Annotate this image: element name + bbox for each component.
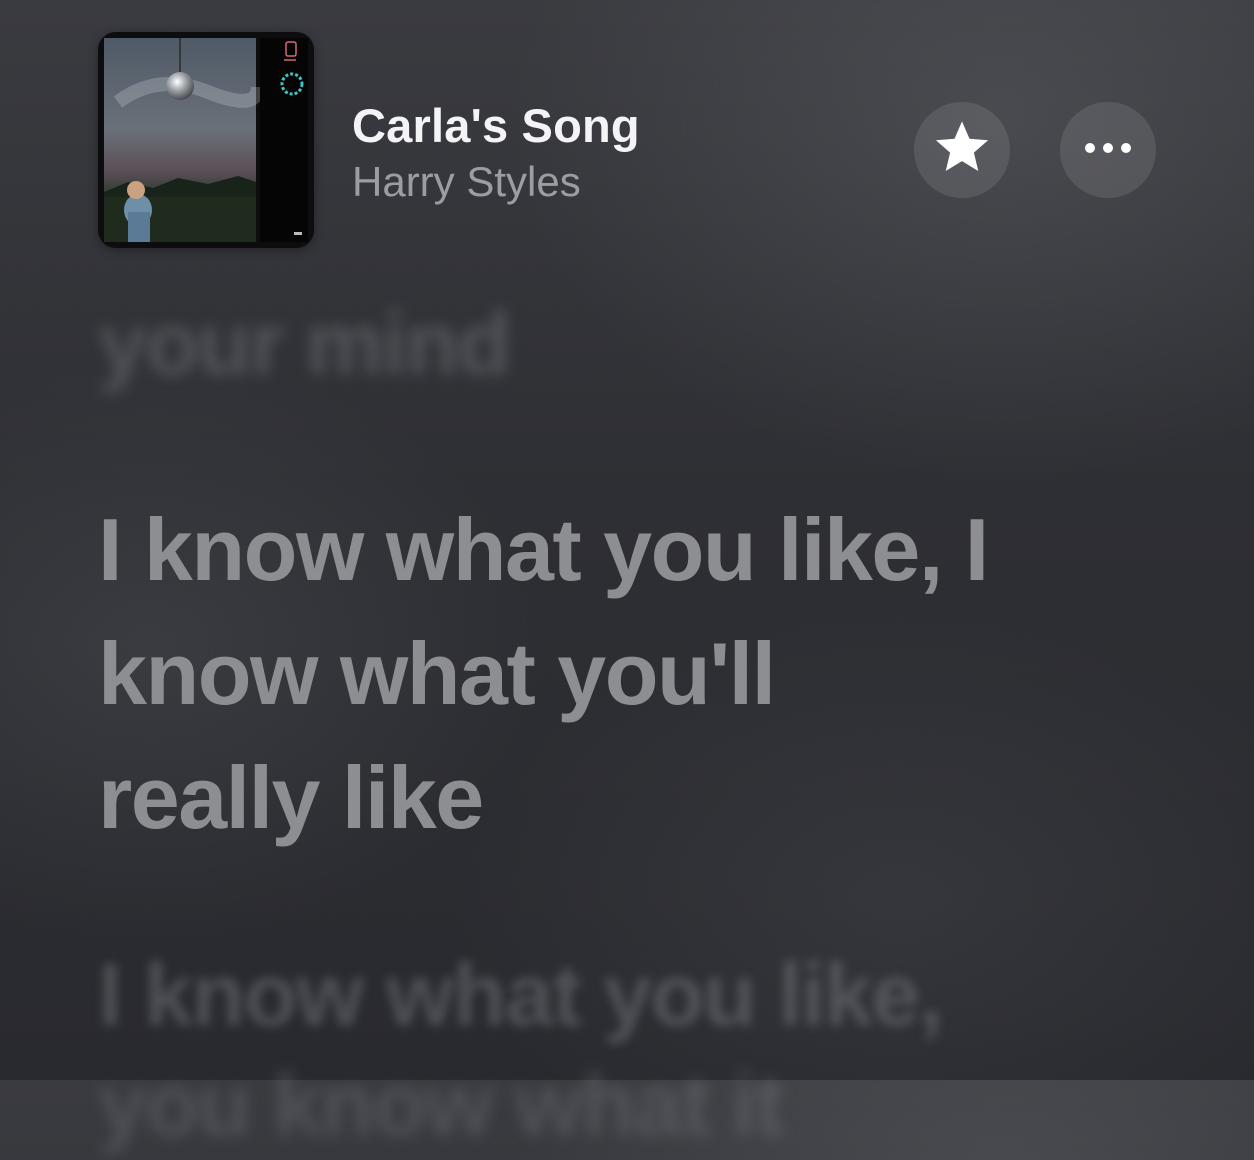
lyric-current-line-1: I know what you like, I — [98, 500, 989, 599]
album-artwork-image — [98, 32, 314, 248]
lyric-next-line-2[interactable]: you know what it — [98, 1050, 784, 1160]
ellipsis-icon — [1083, 141, 1133, 159]
favorite-button[interactable] — [914, 102, 1010, 198]
track-title[interactable]: Carla's Song — [352, 98, 640, 153]
more-options-button[interactable] — [1060, 102, 1156, 198]
album-artwork[interactable] — [98, 32, 314, 248]
lyric-current-line-3: really like — [98, 748, 484, 847]
lyric-current-verse[interactable]: I know what you like, I know what you'll… — [98, 488, 989, 860]
track-artist[interactable]: Harry Styles — [352, 158, 581, 206]
lyric-previous-line[interactable]: your mind — [98, 296, 511, 392]
star-icon — [931, 118, 993, 183]
lyric-current-line-2: know what you'll — [98, 624, 776, 723]
lyric-next-line[interactable]: I know what you like, — [98, 940, 943, 1050]
